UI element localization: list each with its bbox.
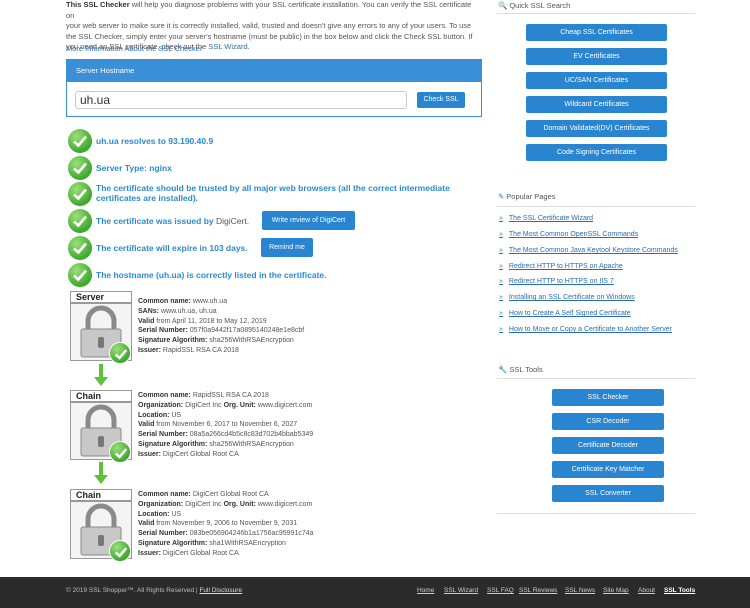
result-trusted: The certificate should be trusted by all… [68,182,488,206]
check-icon [68,236,92,260]
footer-nav-ssl-faq[interactable]: SSL FAQ [487,587,514,594]
arrow-down-icon [94,364,108,386]
popular-item[interactable]: » How to Move or Copy a Certificate to An… [499,326,672,333]
check-icon [68,209,92,233]
server-hostname-panel: Server Hostname Check SSL [66,59,482,117]
popular-item[interactable]: » The Most Common Java Keytool Keystore C… [499,247,678,254]
ev-certificates-button[interactable]: EV Certificates [526,48,667,65]
issuer-name: DigiCert [216,216,247,226]
popular-item[interactable]: » The SSL Certificate Wizard [499,215,593,222]
footer-nav-ssl-news[interactable]: SSL News [565,587,595,594]
quick-search-title: 🔍 Quick SSL Search [498,1,571,10]
full-disclosure-link[interactable]: Full Disclosure [199,587,242,594]
result-expiry: The certificate will expire in 103 days.… [68,236,488,260]
server-cert-icon: Server [70,291,132,364]
popular-item[interactable]: » The Most Common OpenSSL Commands [499,231,638,238]
popular-item[interactable]: » Installing an SSL Certificate on Window… [499,294,635,301]
check-icon [109,540,131,562]
intro-bold: This SSL Checker [66,0,130,9]
footer-nav-home[interactable]: Home [417,587,434,594]
key-matcher-button[interactable]: Certificate Key Matcher [552,461,664,478]
root-cert-details: Common name: DigiCert Global Root CA Org… [138,491,314,557]
check-icon [68,129,92,153]
csr-decoder-button[interactable]: CSR Decoder [552,413,664,430]
uc-san-button[interactable]: UC/SAN Certificates [526,72,667,89]
check-icon [68,156,92,180]
hostname-input[interactable] [75,91,407,109]
remind-me-button[interactable]: Remind me [261,238,313,257]
result-hostname: The hostname (uh.ua) is correctly listed… [68,263,488,287]
more-info-link[interactable]: More Information About the SSL Checker [66,44,202,53]
write-review-button[interactable]: Write review of DigiCert [262,211,355,230]
panel-title: Server Hostname [67,60,481,82]
check-icon [109,441,131,463]
dv-certificates-button[interactable]: Domain Validated(DV) Certificates [526,120,667,137]
pencil-icon: ✎ [498,192,505,201]
search-icon: 🔍 [498,1,508,10]
check-icon [109,342,131,364]
ssl-tools-title: 🔧 SSL Tools [498,365,543,374]
root-cert-icon: Chain [70,489,132,562]
footer-nav-ssl-wizard[interactable]: SSL Wizard [444,587,478,594]
popular-item[interactable]: » How to Create A Self Signed Certificate [499,310,631,317]
footer-nav-about[interactable]: About [638,587,655,594]
wrench-icon: 🔧 [498,365,508,374]
code-signing-button[interactable]: Code Signing Certificates [526,144,667,161]
result-issuer: The certificate was issued by DigiCert. … [68,209,488,233]
arrow-down-icon [94,462,108,484]
footer-nav-ssl-tools[interactable]: SSL Tools [664,587,695,594]
ssl-wizard-link[interactable]: SSL Wizard [208,42,247,51]
popular-item[interactable]: » Redirect HTTP to HTTPS on IIS 7 [499,278,614,285]
certificate-decoder-button[interactable]: Certificate Decoder [552,437,664,454]
check-icon [68,263,92,287]
wildcard-button[interactable]: Wildcard Certificates [526,96,667,113]
footer-nav-ssl-reviews[interactable]: SSL Reviews [519,587,557,594]
result-server-type: Server Type: nginx [68,156,488,180]
check-icon [68,182,92,206]
chain-cert-details: Common name: RapidSSL RSA CA 2018 Organi… [138,392,314,458]
ssl-checker-button[interactable]: SSL Checker [552,389,664,406]
check-ssl-button[interactable]: Check SSL [417,92,465,108]
footer: © 2019 SSL Shopper™. All Rights Reserved… [0,577,750,608]
footer-nav-site-map[interactable]: Site Map [603,587,629,594]
result-resolve: uh.ua resolves to 93.190.40.9 [68,129,488,153]
server-cert-details: Common name: www.uh.ua SANs: www.uh.ua, … [138,298,305,354]
popular-pages-title: ✎ Popular Pages [498,192,556,201]
popular-item[interactable]: » Redirect HTTP to HTTPS on Apache [499,263,623,270]
ssl-converter-button[interactable]: SSL Converter [552,485,664,502]
cheap-ssl-button[interactable]: Cheap SSL Certificates [526,24,667,41]
chain-cert-icon: Chain [70,390,132,463]
